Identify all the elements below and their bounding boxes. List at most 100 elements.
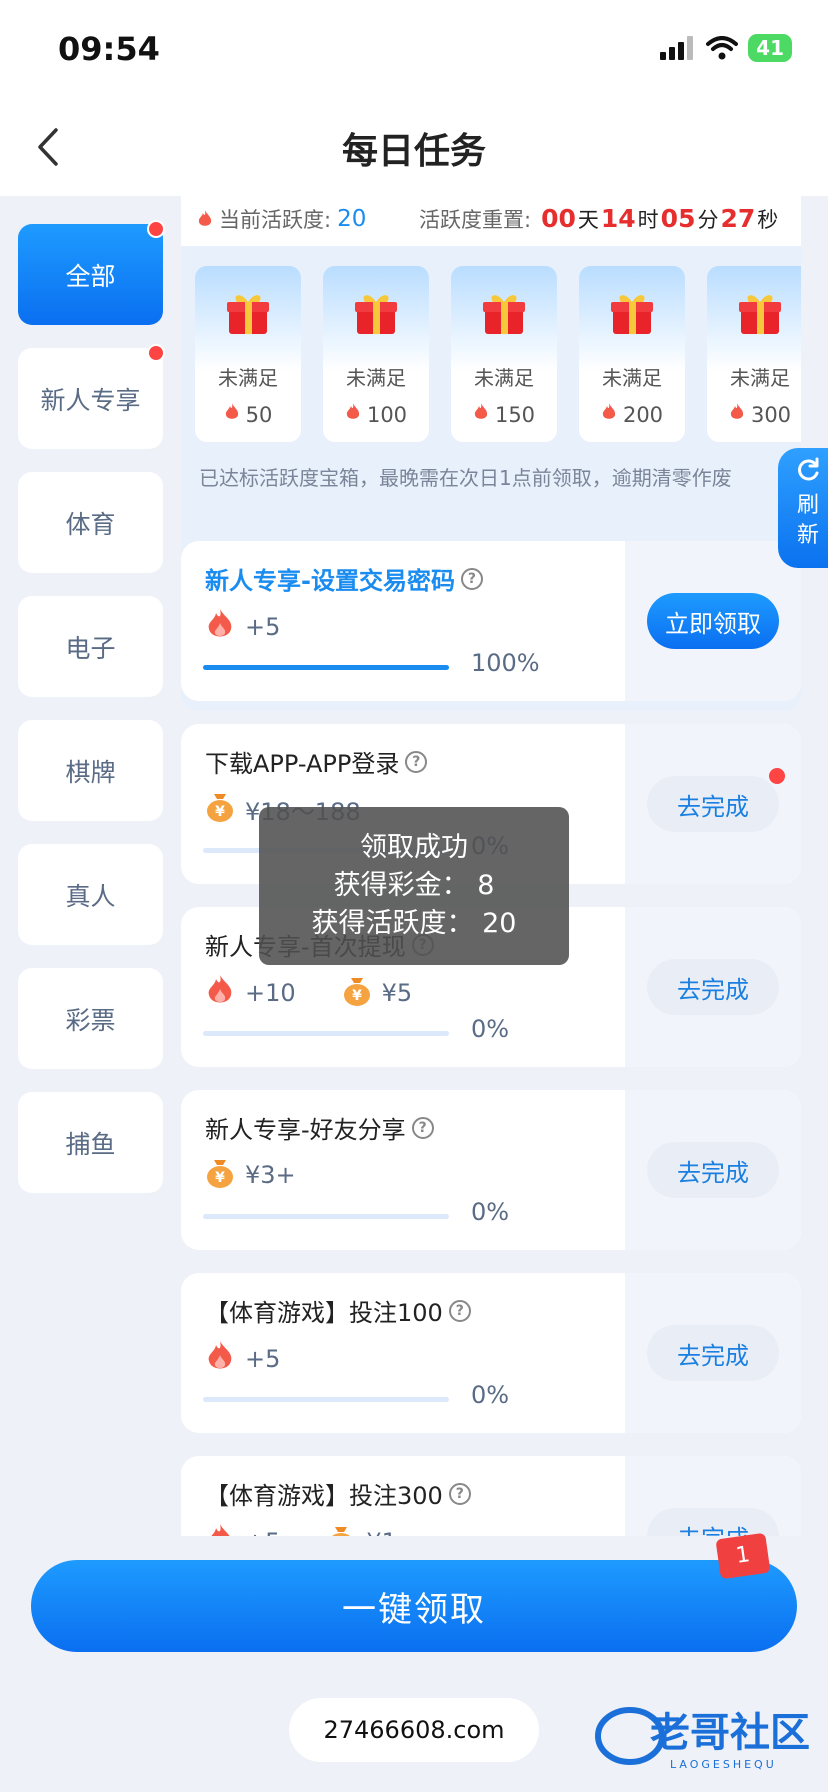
activity-header: 当前活跃度: 20 活跃度重置: 00 天 14 时 05 分 27 秒 xyxy=(181,196,801,246)
toast-line-2: 获得彩金： 8 xyxy=(333,870,495,901)
domain-label: 27466608.com xyxy=(289,1698,539,1762)
fire-icon xyxy=(205,607,235,647)
sidebar-item-5[interactable]: 真人 xyxy=(18,844,163,945)
reward-box-3[interactable]: 未满足 200 xyxy=(579,266,685,442)
box-requirement-value: 100 xyxy=(366,402,408,427)
sidebar-item-4[interactable]: 棋牌 xyxy=(18,720,163,821)
countdown-seconds-unit: 秒 xyxy=(757,208,779,232)
task-action-button[interactable]: 去完成 xyxy=(647,768,785,832)
task-money-reward: ¥3+ xyxy=(245,1161,296,1189)
task-title: 【体育游戏】投注100? xyxy=(205,1293,471,1328)
task-title-text: 【体育游戏】投注100 xyxy=(205,1299,443,1327)
box-status: 未满足 xyxy=(730,366,790,390)
task-progress-bar xyxy=(203,1214,449,1219)
box-requirement: 300 xyxy=(707,402,801,427)
box-status: 未满足 xyxy=(602,366,662,390)
sidebar-item-2[interactable]: 体育 xyxy=(18,472,163,573)
task-action-button[interactable]: 去完成 xyxy=(647,1325,779,1381)
task-progress-bar xyxy=(203,1397,449,1402)
task-rewards: +5 ¥ ¥1 xyxy=(205,1522,397,1536)
task-progress-bar xyxy=(203,1031,449,1036)
task-action-button[interactable]: 去完成 xyxy=(647,1142,779,1198)
task-progress-percent: 100% xyxy=(471,649,540,677)
sidebar-item-label: 真人 xyxy=(65,881,116,911)
sidebar-item-7[interactable]: 捕鱼 xyxy=(18,1092,163,1193)
task-action-button[interactable]: 立即领取 xyxy=(647,593,779,649)
task-action-label: 去完成 xyxy=(677,1519,749,1537)
gift-box-icon xyxy=(735,288,785,338)
bottom-bar: 一键领取 1 27466608.com 老哥社区 LAOGESHEQU xyxy=(0,1532,828,1792)
task-action-label: 去完成 xyxy=(677,1158,749,1187)
task-progress-percent: 0% xyxy=(471,1015,510,1043)
task-progress-percent: 0% xyxy=(471,1381,510,1409)
task-action-button[interactable]: 去完成 xyxy=(647,1508,779,1536)
category-sidebar: 全部新人专享体育电子棋牌真人彩票捕鱼 xyxy=(18,220,165,1216)
help-icon[interactable]: ? xyxy=(405,750,428,773)
sidebar-item-1[interactable]: 新人专享 xyxy=(18,344,165,449)
sidebar-item-label: 新人专享 xyxy=(40,385,141,415)
svg-text:¥: ¥ xyxy=(215,804,225,820)
task-progress-percent: 0% xyxy=(471,1198,510,1226)
task-action-label: 去完成 xyxy=(677,1341,749,1370)
reward-box-4[interactable]: 未满足 300 xyxy=(707,266,801,442)
gift-box-icon xyxy=(351,288,401,338)
fire-icon xyxy=(345,402,361,427)
sidebar-item-label: 体育 xyxy=(65,509,116,539)
countdown-days: 00 xyxy=(541,204,576,233)
reward-box-2[interactable]: 未满足 150 xyxy=(451,266,557,442)
signal-icon xyxy=(660,36,694,60)
task-activity-reward: +5 xyxy=(245,1528,280,1536)
page-title: 每日任务 xyxy=(341,131,486,172)
box-requirement: 100 xyxy=(323,402,429,427)
box-requirement-value: 200 xyxy=(622,402,664,427)
help-icon[interactable]: ? xyxy=(411,1116,434,1139)
box-status: 未满足 xyxy=(218,366,278,390)
reward-box-0[interactable]: 未满足 50 xyxy=(195,266,301,442)
refresh-label-2: 新 xyxy=(796,523,819,548)
fire-icon xyxy=(224,402,240,427)
nav-bar: 每日任务 xyxy=(0,100,828,196)
sidebar-item-label: 彩票 xyxy=(65,1005,116,1035)
activity-note: 已达标活跃度宝箱，最晚需在次日1点前领取，逾期清零作废 xyxy=(199,466,732,490)
task-progress-fill xyxy=(203,665,449,670)
gift-box-icon xyxy=(223,288,273,338)
task-action-label: 立即领取 xyxy=(665,609,761,638)
task-card: 【体育游戏】投注300?+5¥¥10%去完成 xyxy=(181,1456,801,1536)
box-requirement: 150 xyxy=(451,402,557,427)
help-icon[interactable]: ? xyxy=(448,1299,471,1322)
money-bag-icon: ¥ xyxy=(342,974,372,1012)
sidebar-item-3[interactable]: 电子 xyxy=(18,596,163,697)
help-icon[interactable]: ? xyxy=(448,1482,471,1505)
fire-icon xyxy=(205,1522,235,1536)
reward-box-1[interactable]: 未满足 100 xyxy=(323,266,429,442)
task-title: 新人专享-设置交易密码? xyxy=(205,561,483,596)
task-rewards: +5 xyxy=(205,607,280,647)
reset-label: 活跃度重置: xyxy=(419,208,532,232)
sidebar-item-0[interactable]: 全部 xyxy=(18,220,165,325)
countdown-minutes-unit: 分 xyxy=(697,208,719,232)
task-card: 【体育游戏】投注100? +5 0% 去完成 xyxy=(181,1273,801,1433)
svg-text:¥: ¥ xyxy=(352,988,362,1004)
sidebar-item-label: 全部 xyxy=(65,261,116,291)
claim-all-button[interactable]: 一键领取 xyxy=(31,1560,797,1652)
svg-text:¥: ¥ xyxy=(215,1170,225,1186)
fire-icon xyxy=(205,973,235,1013)
sidebar-item-label: 电子 xyxy=(65,633,116,663)
refresh-button[interactable]: 刷 新 xyxy=(778,448,828,568)
status-bar: 09:54 41 xyxy=(0,0,828,100)
task-action-label: 去完成 xyxy=(677,975,749,1004)
sidebar-item-label: 棋牌 xyxy=(65,757,116,787)
task-title-text: 新人专享-设置交易密码 xyxy=(205,567,455,595)
toast-line-3: 获得活跃度： 20 xyxy=(311,908,517,939)
task-title: 【体育游戏】投注300? xyxy=(205,1476,471,1511)
help-icon[interactable]: ? xyxy=(460,567,483,590)
current-activity-value: 20 xyxy=(337,206,367,232)
countdown-seconds: 27 xyxy=(720,204,756,233)
toast-line-1: 领取成功 xyxy=(360,832,468,863)
countdown-days-unit: 天 xyxy=(577,208,599,232)
fire-icon xyxy=(601,402,617,427)
task-action-button[interactable]: 去完成 xyxy=(647,959,779,1015)
task-activity-reward: +5 xyxy=(245,1345,281,1373)
wifi-icon xyxy=(706,36,739,60)
sidebar-item-6[interactable]: 彩票 xyxy=(18,968,163,1069)
